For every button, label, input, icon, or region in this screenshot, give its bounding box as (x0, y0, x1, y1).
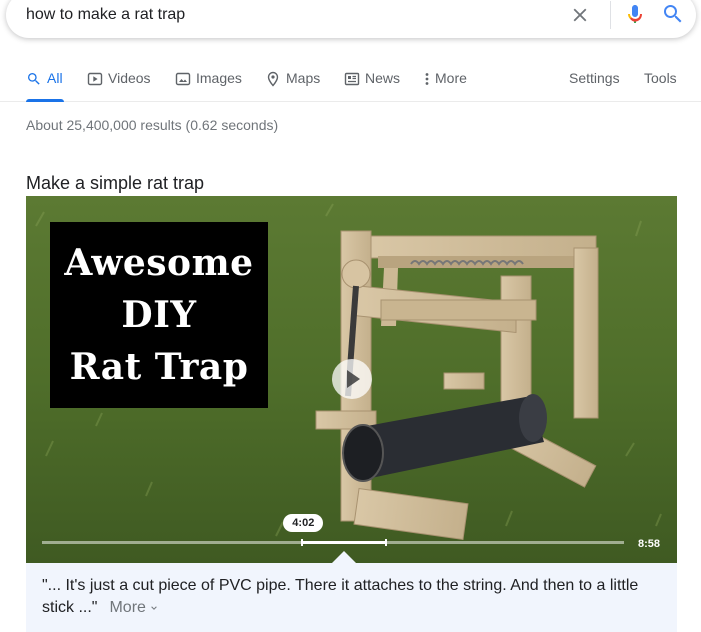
video-duration: 8:58 (638, 538, 661, 550)
tab-label: News (365, 70, 401, 86)
tab-videos[interactable]: Videos (87, 70, 151, 102)
thumbnail-title-box: Awesome DIY Rat Trap (50, 222, 268, 408)
search-input[interactable]: how to make a rat trap (26, 6, 185, 24)
video-title[interactable]: Make a simple rat trap (26, 173, 204, 194)
mic-icon[interactable] (623, 2, 647, 26)
video-icon (87, 72, 103, 86)
quote-text-block: "... It's just a cut piece of PVC pipe. … (42, 575, 662, 619)
search-submit-icon[interactable] (661, 2, 685, 26)
tab-label: Videos (108, 70, 151, 86)
video-progress-bar[interactable] (42, 539, 624, 546)
search-bar[interactable]: how to make a rat trap (6, 0, 696, 38)
tab-label: Maps (286, 70, 321, 86)
search-tabs: All Videos Images Maps News More Setting… (0, 62, 701, 102)
map-pin-icon (267, 71, 279, 87)
thumbnail-text: Rat Trap (69, 346, 249, 388)
search-icon (28, 73, 40, 85)
tab-label: More (435, 70, 467, 86)
tab-news[interactable]: News (344, 70, 400, 102)
key-moment-range (301, 539, 388, 546)
chevron-down-icon (151, 606, 158, 610)
more-vert-icon (425, 73, 429, 85)
tab-maps[interactable]: Maps (265, 70, 320, 102)
result-stats: About 25,400,000 results (0.62 seconds) (26, 117, 279, 133)
tab-label: Images (196, 70, 242, 86)
thumbnail-text: DIY (121, 294, 197, 336)
settings-link[interactable]: Settings (569, 70, 620, 86)
tools-link[interactable]: Tools (644, 70, 677, 86)
image-icon (175, 72, 191, 86)
quote-pointer (332, 551, 357, 563)
search-divider (610, 1, 611, 29)
tab-more[interactable]: More (423, 70, 467, 102)
video-player[interactable]: Awesome DIY Rat Trap 4:02 8:58 (26, 196, 677, 563)
tab-all[interactable]: All (26, 70, 64, 102)
clear-icon[interactable] (569, 4, 591, 26)
more-link[interactable]: More (109, 599, 158, 616)
play-button[interactable] (332, 359, 372, 399)
thumbnail-text: Awesome (64, 242, 254, 284)
clip-start-time: 4:02 (283, 514, 324, 532)
tab-label: All (47, 70, 63, 86)
transcript-snippet: "... It's just a cut piece of PVC pipe. … (26, 563, 677, 632)
tab-images[interactable]: Images (175, 70, 242, 102)
news-icon (344, 72, 360, 86)
more-label: More (109, 599, 146, 616)
